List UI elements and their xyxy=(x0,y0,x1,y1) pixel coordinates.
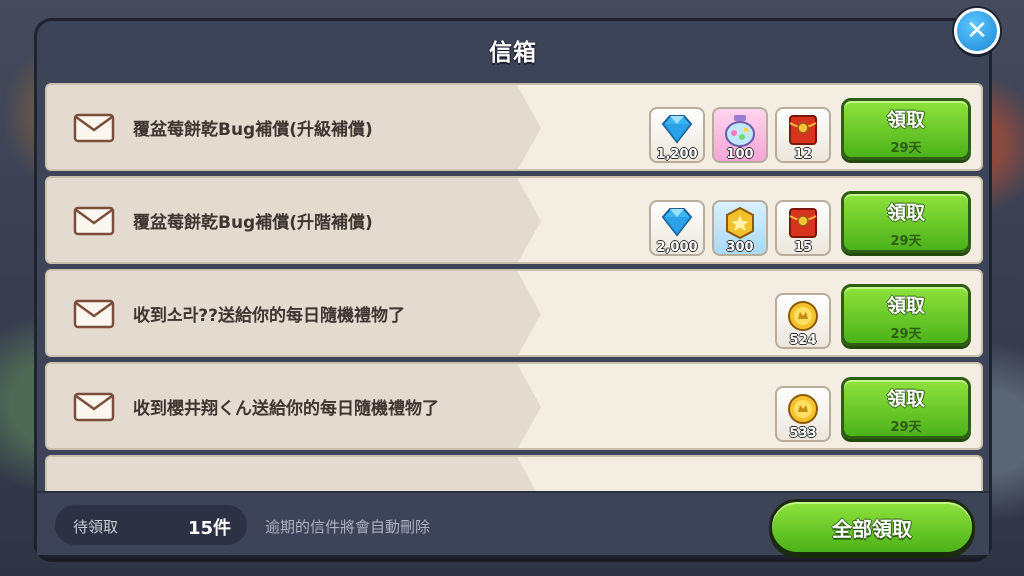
reward-slot[interactable]: 15 xyxy=(775,200,831,256)
potion-jar-icon xyxy=(725,115,755,147)
reward-count: 524 xyxy=(789,333,817,348)
envelope-icon xyxy=(73,299,115,329)
mail-subject: 收到소라??送給你的每日隨機禮物了 xyxy=(133,305,406,326)
mail-item: 覆盆莓餅乾Bug補償(升級補償) 1,200 100 12 領取 29天 xyxy=(45,83,983,171)
dialog-title: 信箱 xyxy=(489,40,537,66)
days-left: 29天 xyxy=(890,234,922,249)
claim-label: 領取 xyxy=(886,295,925,317)
envelope-icon xyxy=(73,206,115,236)
claim-button[interactable]: 領取 29天 xyxy=(841,284,971,346)
days-left: 29天 xyxy=(890,327,922,342)
claim-label: 領取 xyxy=(886,202,925,224)
claim-label: 領取 xyxy=(886,109,925,131)
claim-button[interactable]: 領取 29天 xyxy=(841,377,971,439)
reward-slot[interactable]: 12 xyxy=(775,107,831,163)
gold-coin-icon xyxy=(788,394,818,424)
mail-subject: 覆盆莓餅乾Bug補償(升級補償) xyxy=(133,119,373,140)
reward-slot[interactable]: 2,000 xyxy=(649,200,705,256)
reward-count: 12 xyxy=(793,147,813,162)
reward-slot[interactable]: 524 xyxy=(775,293,831,349)
reward-count: 533 xyxy=(789,426,817,441)
title-bar: 信箱 xyxy=(37,21,989,79)
crystal-icon xyxy=(661,208,693,237)
red-envelope-icon xyxy=(789,208,817,238)
claim-label: 領取 xyxy=(886,388,925,410)
reward-count: 300 xyxy=(726,240,754,255)
reward-slot[interactable]: 1,200 xyxy=(649,107,705,163)
expire-note: 逾期的信件將會自動刪除 xyxy=(265,518,431,536)
mail-item: 覆盆莓餅乾Bug補償(升階補償) 2,000 300 15 領取 29天 xyxy=(45,176,983,264)
reward-count: 100 xyxy=(726,147,754,162)
gold-coin-icon xyxy=(788,301,818,331)
reward-slot[interactable]: 533 xyxy=(775,386,831,442)
days-left: 29天 xyxy=(890,420,922,435)
mailbox-dialog: 信箱 覆盆莓餅乾Bug補償(升級補償) 1,200 100 12 領取 29天 … xyxy=(34,18,992,558)
envelope-icon xyxy=(73,113,115,143)
claim-button[interactable]: 領取 29天 xyxy=(841,191,971,253)
footer-bar: 待領取 15件 逾期的信件將會自動刪除 全部領取 xyxy=(37,491,989,555)
claim-button[interactable]: 領取 29天 xyxy=(841,98,971,160)
reward-count: 2,000 xyxy=(656,240,698,255)
envelope-icon xyxy=(73,392,115,422)
mail-item xyxy=(45,455,983,491)
close-icon: ✕ xyxy=(966,16,988,46)
pending-label: 待領取 xyxy=(73,518,119,536)
pending-count: 15件 xyxy=(187,518,231,539)
crystal-icon xyxy=(661,115,693,144)
mail-subject: 覆盆莓餅乾Bug補償(升階補償) xyxy=(133,212,373,233)
mail-item: 收到소라??送給你的每日隨機禮物了 524 領取 29天 xyxy=(45,269,983,357)
reward-slot[interactable]: 100 xyxy=(712,107,768,163)
reward-count: 15 xyxy=(793,240,813,255)
mail-subject: 收到櫻井翔くん送給你的每日隨機禮物了 xyxy=(133,398,439,419)
mail-list[interactable]: 覆盆莓餅乾Bug補償(升級補償) 1,200 100 12 領取 29天 覆盆莓… xyxy=(45,81,983,491)
red-envelope-icon xyxy=(789,115,817,145)
reward-count: 1,200 xyxy=(656,147,698,162)
pending-counter: 待領取 15件 xyxy=(55,505,247,545)
close-button[interactable]: ✕ xyxy=(954,8,1000,54)
gold-star-stone-icon xyxy=(726,206,754,240)
reward-slot[interactable]: 300 xyxy=(712,200,768,256)
mail-item: 收到櫻井翔くん送給你的每日隨機禮物了 533 領取 29天 xyxy=(45,362,983,450)
claim-all-button[interactable]: 全部領取 xyxy=(769,499,975,555)
days-left: 29天 xyxy=(890,141,922,156)
